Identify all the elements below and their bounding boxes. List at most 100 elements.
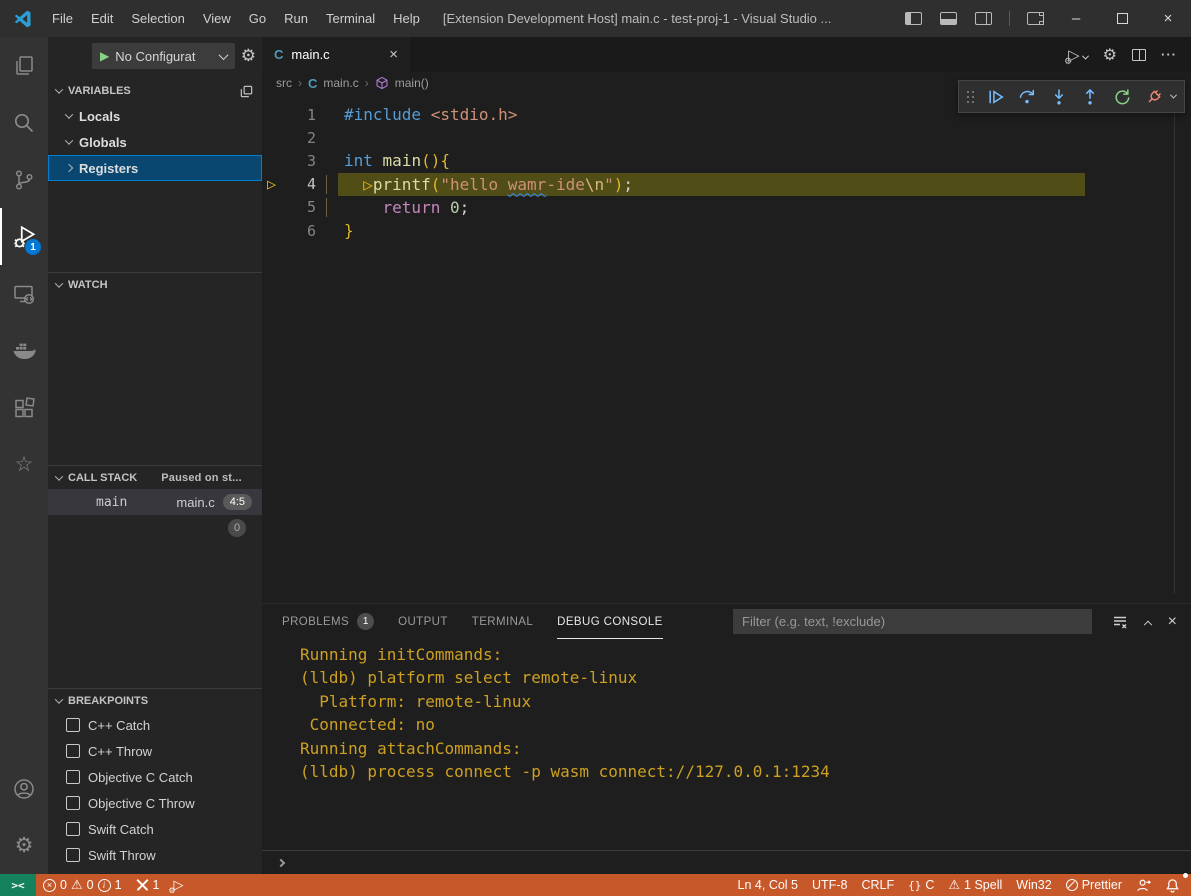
chevron-down-icon[interactable] bbox=[1170, 92, 1177, 99]
breakpoint-row[interactable]: Swift Throw bbox=[48, 842, 262, 868]
ports-status[interactable]: 1 bbox=[129, 874, 167, 896]
code-line-3[interactable]: 3int main(){ bbox=[262, 149, 1191, 172]
continue-icon[interactable] bbox=[984, 84, 1009, 110]
toggle-secondary-sidebar-icon[interactable] bbox=[975, 12, 992, 25]
menu-run[interactable]: Run bbox=[275, 0, 317, 37]
close-button[interactable]: × bbox=[1145, 0, 1191, 37]
accounts-icon[interactable] bbox=[0, 760, 48, 817]
menu-selection[interactable]: Selection bbox=[122, 0, 193, 37]
step-over-icon[interactable] bbox=[1015, 84, 1040, 110]
breakpoint-checkbox[interactable] bbox=[66, 718, 80, 732]
breadcrumb-symbol[interactable]: main() bbox=[395, 76, 429, 90]
variables-item-registers[interactable]: Registers bbox=[48, 155, 262, 181]
notifications-status[interactable] bbox=[1158, 874, 1187, 896]
search-icon[interactable] bbox=[0, 94, 48, 151]
debug-console-output[interactable]: Running initCommands:(lldb) platform sel… bbox=[262, 639, 1191, 850]
star-icon[interactable]: ☆ bbox=[0, 436, 48, 493]
code-line-2[interactable]: 2 bbox=[262, 126, 1191, 149]
breakpoint-row[interactable]: Objective C Throw bbox=[48, 790, 262, 816]
debug-console-input[interactable] bbox=[262, 850, 1191, 874]
feedback-status[interactable] bbox=[1129, 874, 1158, 896]
start-debug-icon[interactable]: ▶ bbox=[100, 49, 109, 63]
debug-status[interactable]: ▷⚙ bbox=[166, 874, 190, 896]
tab-close-icon[interactable]: × bbox=[389, 46, 398, 63]
minimize-button[interactable]: – bbox=[1053, 0, 1099, 37]
code-line-6[interactable]: 6} bbox=[262, 219, 1191, 242]
formatter-status[interactable]: Prettier bbox=[1059, 874, 1129, 896]
panel-tab-terminal[interactable]: TERMINAL bbox=[472, 604, 533, 639]
code-line-4[interactable]: ▷4 printf("hello wamr-ide\n"); bbox=[262, 173, 1191, 196]
debug-settings-gear-icon[interactable]: ⚙ bbox=[241, 46, 256, 66]
breakpoint-checkbox[interactable] bbox=[66, 822, 80, 836]
settings-gear-icon[interactable]: ⚙ bbox=[0, 817, 48, 874]
breakpoint-row[interactable]: Swift Catch bbox=[48, 816, 262, 842]
step-out-icon[interactable] bbox=[1078, 84, 1103, 110]
breadcrumb-folder[interactable]: src bbox=[276, 76, 292, 90]
split-editor-icon[interactable] bbox=[1132, 49, 1146, 61]
panel-tab-output[interactable]: OUTPUT bbox=[398, 604, 448, 639]
panel-tab-debug-console[interactable]: DEBUG CONSOLE bbox=[557, 604, 663, 639]
problems-status[interactable]: × 0 ⚠ 0 i 1 bbox=[36, 874, 129, 896]
console-filter-input[interactable] bbox=[733, 609, 1092, 634]
restart-icon[interactable] bbox=[1110, 84, 1135, 110]
remote-indicator[interactable]: >< bbox=[0, 874, 36, 896]
toolbar-drag-handle[interactable] bbox=[967, 91, 975, 103]
stack-session-row[interactable]: 0 bbox=[48, 515, 262, 541]
variables-item-locals[interactable]: Locals bbox=[48, 103, 262, 129]
language-status[interactable]: {} C bbox=[901, 874, 941, 896]
menu-file[interactable]: File bbox=[43, 0, 82, 37]
docker-icon[interactable] bbox=[0, 322, 48, 379]
stack-frame-row[interactable]: main main.c 4:5 bbox=[48, 489, 262, 515]
breakpoint-checkbox[interactable] bbox=[66, 848, 80, 862]
menu-terminal[interactable]: Terminal bbox=[317, 0, 384, 37]
disconnect-icon[interactable] bbox=[1141, 84, 1167, 110]
menu-edit[interactable]: Edit bbox=[82, 0, 122, 37]
frame-file: main.c bbox=[176, 495, 214, 510]
code-token: -ide bbox=[546, 175, 585, 194]
eol-status[interactable]: CRLF bbox=[854, 874, 901, 896]
run-debug-icon[interactable]: 1 bbox=[0, 208, 48, 265]
toggle-panel-icon[interactable] bbox=[940, 12, 957, 25]
remote-explorer-icon[interactable] bbox=[0, 265, 48, 322]
editor-scrollbar[interactable] bbox=[1174, 94, 1175, 594]
maximize-panel-icon[interactable] bbox=[1143, 620, 1151, 628]
breakpoint-checkbox[interactable] bbox=[66, 796, 80, 810]
close-panel-icon[interactable]: × bbox=[1168, 613, 1177, 631]
debug-config-dropdown[interactable]: ▶ No Configurat bbox=[92, 43, 235, 69]
run-or-debug-icon[interactable]: ▷⚙ bbox=[1068, 46, 1088, 64]
step-into-icon[interactable] bbox=[1047, 84, 1072, 110]
breadcrumb-file[interactable]: main.c bbox=[323, 76, 358, 90]
more-actions-icon[interactable]: ··· bbox=[1161, 47, 1177, 62]
tab-main-c[interactable]: C main.c × bbox=[262, 37, 410, 72]
toggle-sidebar-icon[interactable] bbox=[905, 12, 922, 25]
encoding-status[interactable]: UTF-8 bbox=[805, 874, 854, 896]
code-line-5[interactable]: 5 return 0; bbox=[262, 196, 1191, 219]
cursor-position[interactable]: Ln 4, Col 5 bbox=[731, 874, 805, 896]
code-editor[interactable]: 1#include <stdio.h>23int main(){▷4 print… bbox=[262, 94, 1191, 603]
breakpoint-row[interactable]: C++ Catch bbox=[48, 712, 262, 738]
menu-help[interactable]: Help bbox=[384, 0, 429, 37]
breakpoint-row[interactable]: Objective C Catch bbox=[48, 764, 262, 790]
watch-header[interactable]: WATCH bbox=[48, 272, 262, 296]
customize-layout-icon[interactable] bbox=[1027, 12, 1044, 25]
breakpoint-row[interactable]: C++ Throw bbox=[48, 738, 262, 764]
menu-go[interactable]: Go bbox=[240, 0, 275, 37]
variables-item-globals[interactable]: Globals bbox=[48, 129, 262, 155]
variables-header[interactable]: VARIABLES bbox=[48, 79, 262, 103]
window-title: [Extension Development Host] main.c - te… bbox=[443, 11, 831, 26]
breakpoints-header[interactable]: BREAKPOINTS bbox=[48, 688, 262, 712]
source-control-icon[interactable] bbox=[0, 151, 48, 208]
breakpoint-checkbox[interactable] bbox=[66, 770, 80, 784]
callstack-header[interactable]: CALL STACK Paused on st... bbox=[48, 465, 262, 489]
breakpoint-checkbox[interactable] bbox=[66, 744, 80, 758]
collapse-all-icon[interactable] bbox=[239, 84, 254, 99]
menu-view[interactable]: View bbox=[194, 0, 240, 37]
clear-console-icon[interactable] bbox=[1112, 614, 1128, 630]
editor-settings-gear-icon[interactable]: ⚙ bbox=[1103, 45, 1117, 65]
panel-tab-problems[interactable]: PROBLEMS1 bbox=[282, 604, 374, 639]
platform-status[interactable]: Win32 bbox=[1009, 874, 1058, 896]
maximize-button[interactable] bbox=[1099, 0, 1145, 37]
explorer-icon[interactable] bbox=[0, 37, 48, 94]
spell-checker-status[interactable]: ⚠ 1 Spell bbox=[941, 874, 1009, 896]
extensions-icon[interactable] bbox=[0, 379, 48, 436]
